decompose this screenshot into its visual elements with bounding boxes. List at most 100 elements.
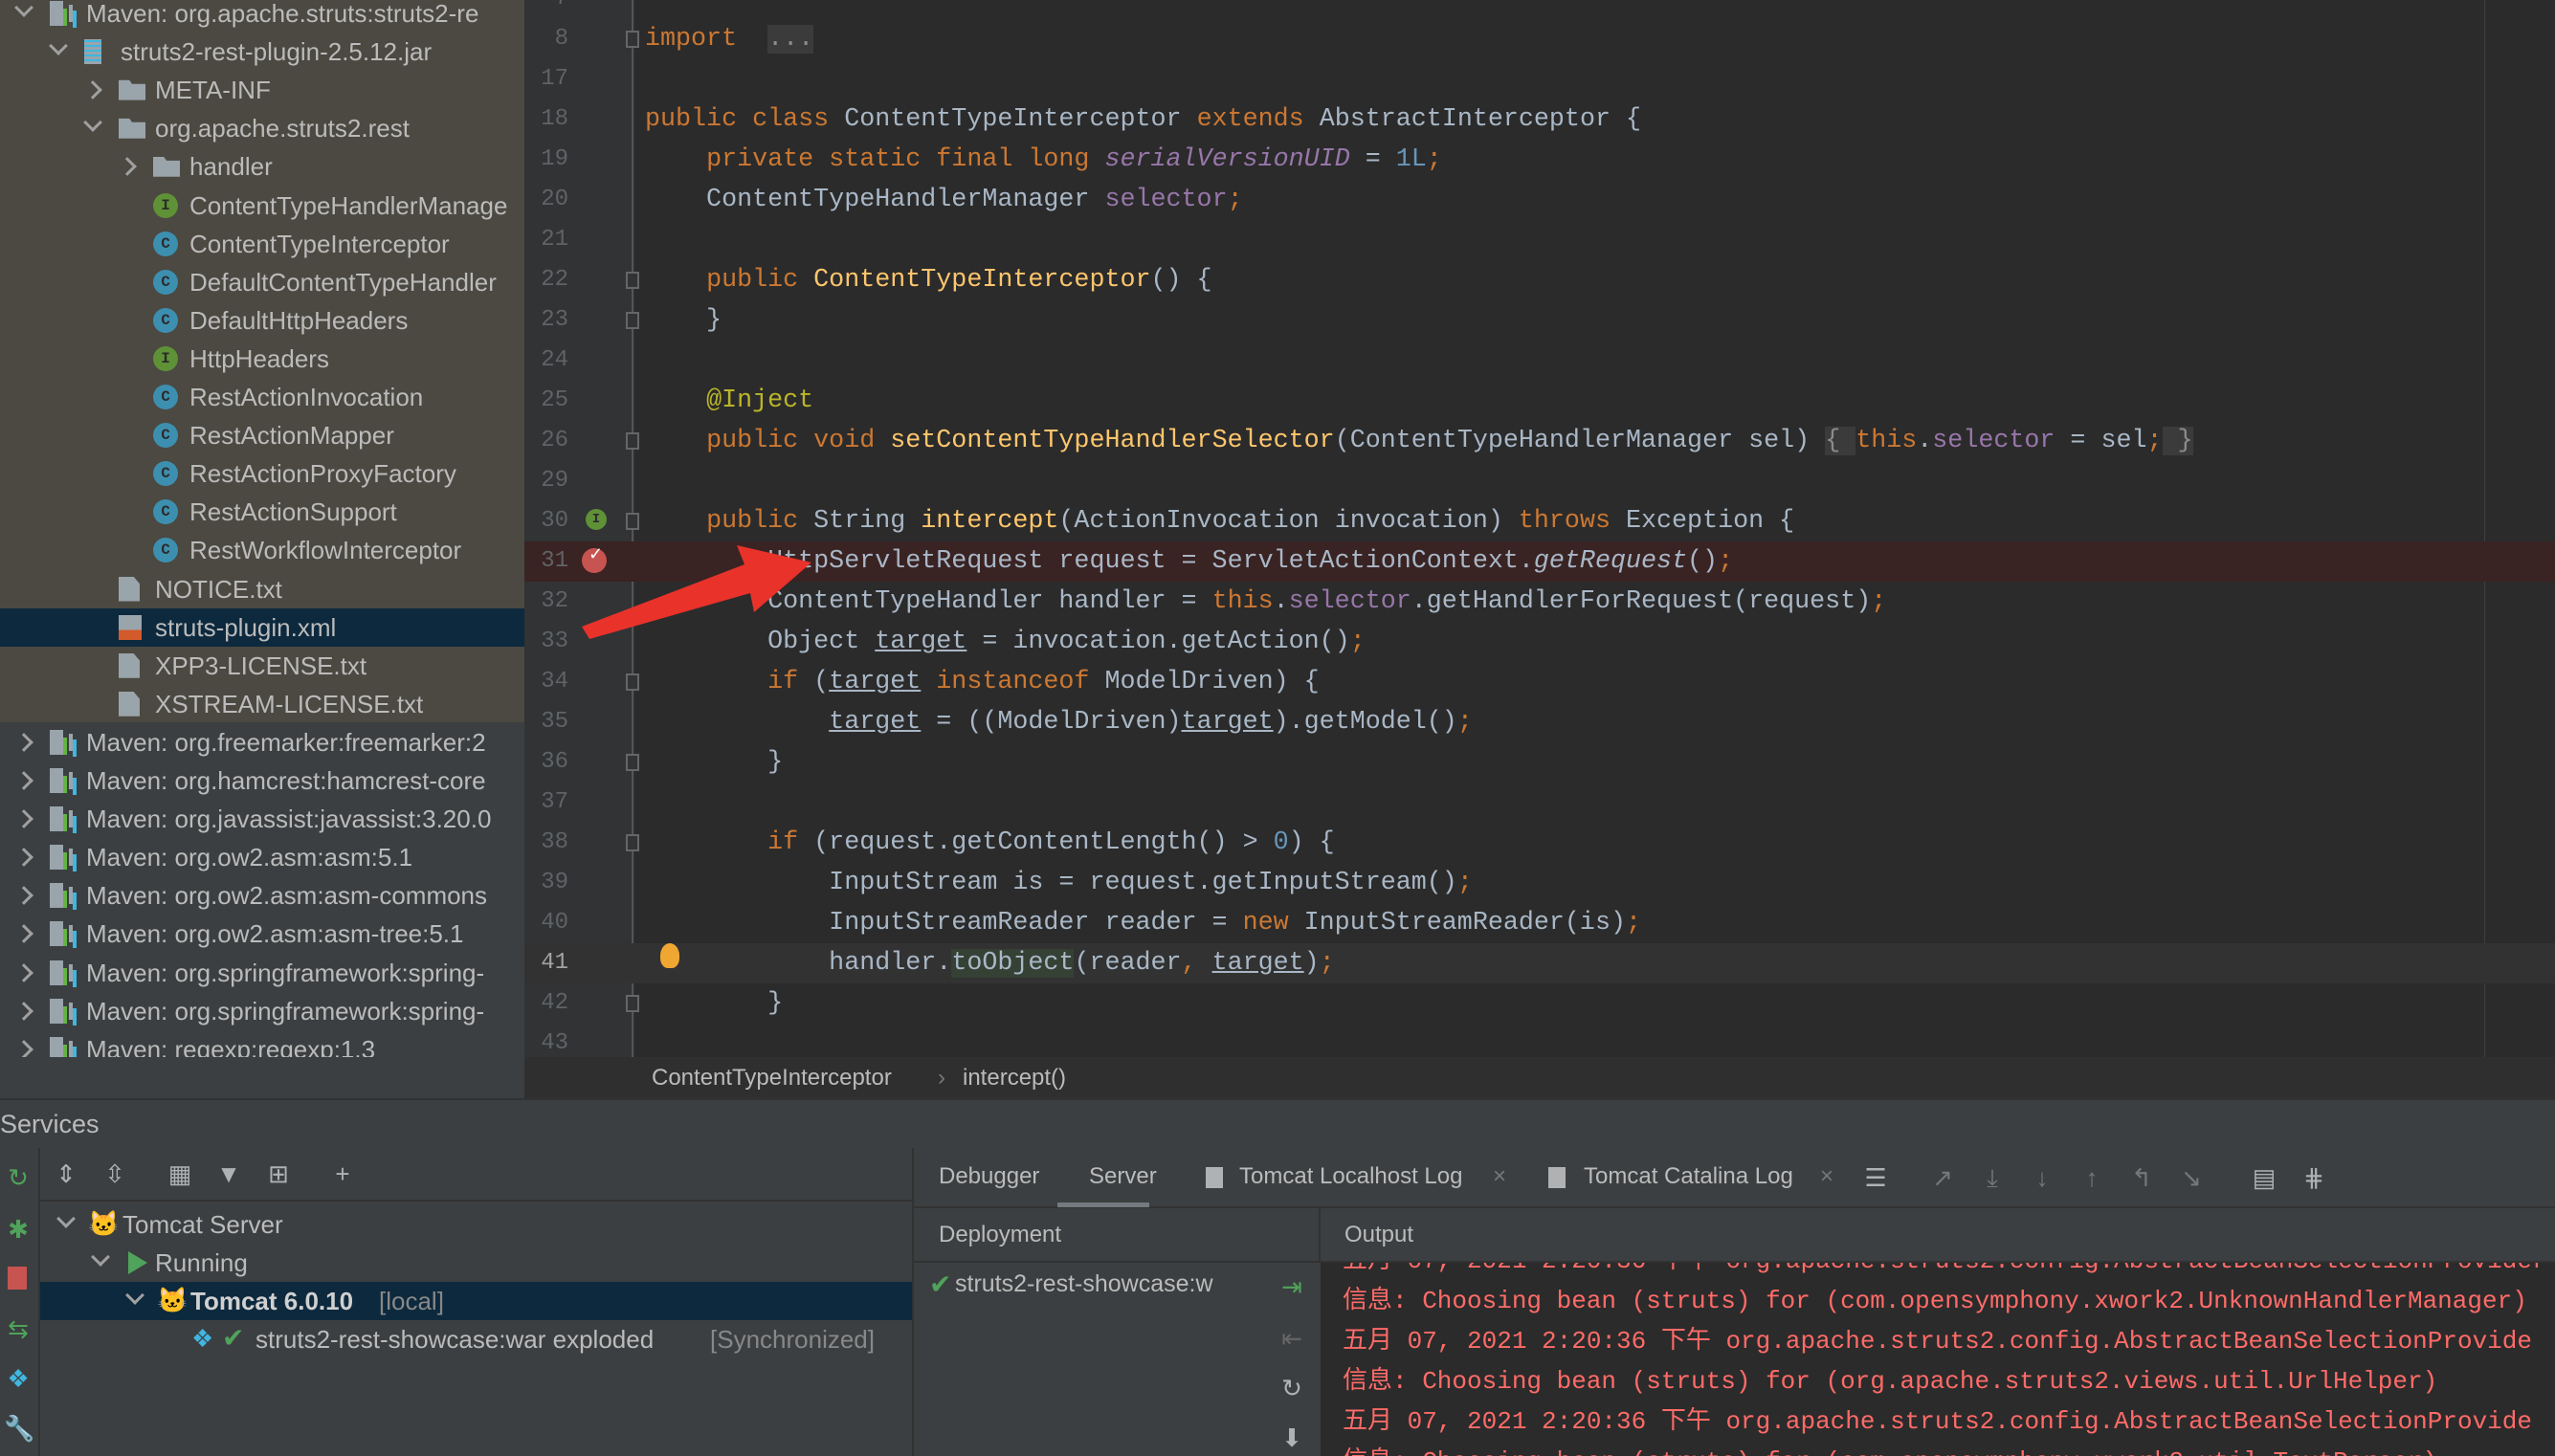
tree-item[interactable]: Maven: org.apache.struts:struts2-re bbox=[0, 0, 524, 33]
tree-item[interactable]: Maven: org.javassist:javassist:3.20.0 bbox=[0, 800, 524, 838]
service-tomcat-server[interactable]: 🐱 Tomcat Server bbox=[40, 1205, 912, 1244]
breadcrumb-class[interactable]: ContentTypeInterceptor bbox=[652, 1065, 892, 1092]
fold-marker-icon[interactable] bbox=[626, 673, 639, 691]
chevron-right-icon[interactable] bbox=[14, 771, 33, 790]
wrench-icon[interactable]: 🔧 bbox=[4, 1414, 34, 1443]
evaluate-icon[interactable]: ▤ bbox=[2250, 1163, 2278, 1192]
step-out-icon[interactable]: ↑ bbox=[2077, 1163, 2106, 1192]
service-running-group[interactable]: Running bbox=[40, 1244, 912, 1282]
code-line[interactable]: 43 bbox=[524, 1024, 2555, 1057]
filter-icon[interactable]: ▼ bbox=[214, 1159, 243, 1188]
code-line[interactable]: 42 } bbox=[524, 983, 2555, 1024]
tree-item[interactable]: Maven: org.hamcrest:hamcrest-core bbox=[0, 761, 524, 800]
lightbulb-icon[interactable] bbox=[660, 943, 679, 968]
tab-server[interactable]: Server bbox=[1089, 1163, 1157, 1190]
chevron-right-icon[interactable] bbox=[118, 157, 137, 177]
code-line[interactable]: 41 handler.toObject(reader, target); bbox=[524, 943, 2555, 983]
download-icon[interactable]: ⬇ bbox=[1278, 1423, 1306, 1452]
chevron-down-icon[interactable] bbox=[49, 36, 68, 55]
fold-marker-icon[interactable] bbox=[626, 834, 639, 851]
code-line[interactable]: 38 if (request.getContentLength() > 0) { bbox=[524, 823, 2555, 863]
chevron-down-icon[interactable] bbox=[14, 0, 33, 17]
code-line[interactable]: 40 InputStreamReader reader = new InputS… bbox=[524, 903, 2555, 943]
tree-item[interactable]: Maven: org.springframework:spring- bbox=[0, 954, 524, 992]
chevron-right-icon[interactable] bbox=[14, 1001, 33, 1021]
code-line[interactable]: 39 InputStream is = request.getInputStre… bbox=[524, 863, 2555, 903]
step-over-icon[interactable]: ⤓ bbox=[1978, 1163, 2007, 1192]
tab-tomcat-localhost-log[interactable]: Tomcat Localhost Log bbox=[1239, 1163, 1462, 1190]
show-execution-point-icon[interactable]: ↗ bbox=[1928, 1163, 1957, 1192]
close-icon[interactable]: × bbox=[1820, 1163, 1833, 1190]
implements-method-icon[interactable]: I bbox=[586, 509, 607, 530]
tree-item[interactable]: C RestActionMapper bbox=[0, 416, 524, 454]
chevron-right-icon[interactable] bbox=[14, 924, 33, 944]
tree-item[interactable]: C ContentTypeInterceptor bbox=[0, 225, 524, 263]
tree-item[interactable]: struts2-rest-plugin-2.5.12.jarlibr bbox=[0, 33, 524, 71]
expand-all-icon[interactable]: ⇕ bbox=[52, 1159, 80, 1188]
tree-item[interactable]: XSTREAM-LICENSE.txt bbox=[0, 685, 524, 723]
tree-item[interactable]: NOTICE.txt bbox=[0, 570, 524, 608]
artifacts-icon[interactable]: ❖ bbox=[4, 1364, 33, 1393]
tree-item[interactable]: C RestActionProxyFactory bbox=[0, 454, 524, 493]
chevron-right-icon[interactable] bbox=[14, 962, 33, 982]
chevron-down-icon[interactable] bbox=[91, 1247, 110, 1267]
debug-icon[interactable]: ✱ bbox=[4, 1215, 33, 1244]
deploy-icon[interactable]: ⇆ bbox=[4, 1314, 33, 1343]
new-tab-icon[interactable]: ⊞ bbox=[264, 1159, 293, 1188]
step-into-icon[interactable]: ↓ bbox=[2028, 1163, 2056, 1192]
collapse-all-icon[interactable]: ⇳ bbox=[100, 1159, 129, 1188]
code-line[interactable]: 35 target = ((ModelDriven)target).getMod… bbox=[524, 702, 2555, 742]
tree-item[interactable]: XPP3-LICENSE.txt bbox=[0, 647, 524, 685]
refresh-icon[interactable]: ↻ bbox=[1278, 1374, 1306, 1402]
chevron-right-icon[interactable] bbox=[14, 732, 33, 752]
chevron-right-icon[interactable] bbox=[14, 848, 33, 868]
code-editor[interactable]: 78import ...1718public class ContentType… bbox=[524, 0, 2555, 1057]
project-tree[interactable]: Maven: org.apache.struts:struts2-re strut… bbox=[0, 0, 524, 1057]
close-icon[interactable]: × bbox=[1493, 1163, 1506, 1190]
tree-item[interactable]: META-INF bbox=[0, 71, 524, 109]
tree-item[interactable]: C RestActionInvocation bbox=[0, 378, 524, 416]
tree-item[interactable]: Maven: org.ow2.asm:asm-commons bbox=[0, 876, 524, 915]
chevron-right-icon[interactable] bbox=[14, 886, 33, 906]
code-line[interactable]: 37 bbox=[524, 783, 2555, 823]
group-by-icon[interactable]: ▦ bbox=[166, 1159, 194, 1188]
tree-item[interactable]: C RestActionSupport bbox=[0, 493, 524, 531]
drop-frame-icon[interactable]: ↰ bbox=[2127, 1163, 2156, 1192]
chevron-down-icon[interactable] bbox=[56, 1209, 76, 1228]
tree-item[interactable]: org.apache.struts2.rest bbox=[0, 109, 524, 147]
chevron-down-icon[interactable] bbox=[125, 1286, 144, 1305]
undeploy-icon[interactable]: ⇤ bbox=[1278, 1324, 1306, 1353]
chevron-right-icon[interactable] bbox=[83, 80, 102, 100]
fold-marker-icon[interactable] bbox=[626, 754, 639, 771]
rerun-icon[interactable]: ↻ bbox=[4, 1163, 33, 1192]
tree-item[interactable]: Maven: org.ow2.asm:asm-tree:5.1 bbox=[0, 915, 524, 953]
deploy-icon[interactable]: ⇥ bbox=[1278, 1272, 1306, 1301]
tree-item[interactable]: Maven: regexp:regexp:1.3 bbox=[0, 1030, 524, 1057]
trace-icon[interactable]: ⋕ bbox=[2300, 1163, 2328, 1192]
tree-item[interactable]: C DefaultHttpHeaders bbox=[0, 301, 524, 340]
output-console[interactable]: 五月 07, 2021 2:20:36 下午 org.apache.struts… bbox=[1321, 1263, 2555, 1456]
deployment-item[interactable]: struts2-rest-showcase:w bbox=[955, 1270, 1266, 1298]
tree-item[interactable]: C DefaultContentTypeHandler bbox=[0, 263, 524, 301]
chevron-right-icon[interactable] bbox=[14, 809, 33, 828]
tree-item[interactable]: handler bbox=[0, 147, 524, 186]
run-to-cursor-icon[interactable]: ↘ bbox=[2177, 1163, 2206, 1192]
tree-item[interactable]: Maven: org.freemarker:freemarker:2 bbox=[0, 723, 524, 761]
tree-item[interactable]: I HttpHeaders bbox=[0, 340, 524, 378]
service-artifact[interactable]: ❖ ✔ struts2-rest-showcase:war exploded [… bbox=[40, 1320, 912, 1358]
service-tomcat-instance[interactable]: 🐱 Tomcat 6.0.10 [local] bbox=[40, 1282, 912, 1320]
tree-item[interactable]: struts-plugin.xml bbox=[0, 607, 524, 647]
chevron-right-icon[interactable] bbox=[14, 1039, 33, 1057]
chevron-down-icon[interactable] bbox=[83, 113, 102, 133]
breadcrumb-method[interactable]: intercept() bbox=[963, 1065, 1066, 1092]
tab-debugger[interactable]: Debugger bbox=[939, 1163, 1039, 1190]
tree-item[interactable]: I ContentTypeHandlerManage bbox=[0, 187, 524, 225]
tree-item[interactable]: C RestWorkflowInterceptor bbox=[0, 531, 524, 569]
tree-item[interactable]: Maven: org.springframework:spring- bbox=[0, 992, 524, 1030]
add-service-icon[interactable]: + bbox=[328, 1159, 357, 1188]
code-line[interactable]: 36 } bbox=[524, 742, 2555, 783]
menu-icon[interactable]: ☰ bbox=[1861, 1163, 1890, 1192]
tab-tomcat-catalina-log[interactable]: Tomcat Catalina Log bbox=[1584, 1163, 1793, 1190]
breakpoint-icon[interactable]: ✓ bbox=[582, 544, 607, 573]
tree-item[interactable]: Maven: org.ow2.asm:asm:5.1 bbox=[0, 838, 524, 876]
